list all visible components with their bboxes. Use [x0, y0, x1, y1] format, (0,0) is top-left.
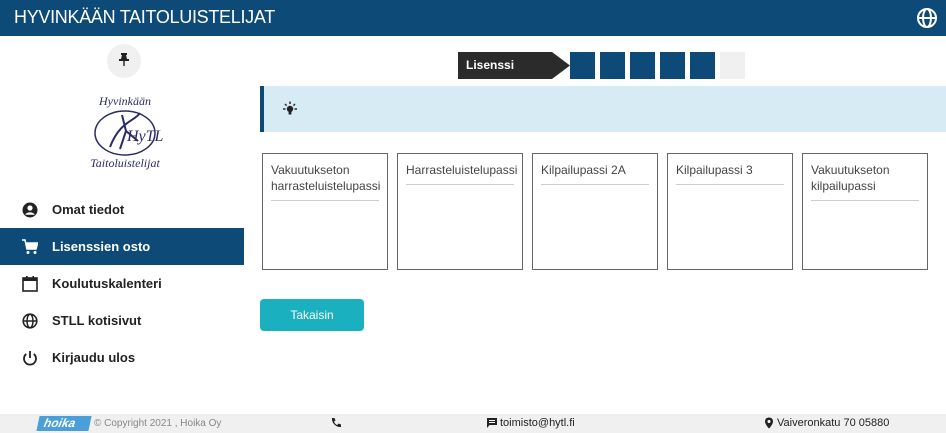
language-globe-icon[interactable]	[916, 7, 938, 29]
license-card[interactable]: Harrasteluistelupassi	[397, 153, 523, 270]
main-content: Lisenssi Vakuutukseton harrasteluistelup…	[244, 36, 946, 414]
step-label-lisenssi: Lisenssi	[458, 52, 570, 79]
copyright-text: © Copyright 2021 , Hoika Oy	[94, 418, 222, 429]
location-pin-icon	[763, 417, 775, 429]
sidebar-item-label: Lisenssien osto	[52, 239, 151, 254]
club-logo: Hyvinkään HyTL Taitoluistelijat	[80, 91, 170, 173]
step-box	[630, 52, 655, 79]
step-box	[570, 52, 595, 79]
license-card-title: Vakuutukseton kilpailupassi	[811, 162, 919, 201]
cart-icon	[22, 238, 38, 255]
license-card-title: Harrasteluistelupassi	[406, 162, 517, 185]
message-icon	[486, 417, 498, 429]
license-card-title: Vakuutukseton harrasteluistelupassi	[271, 162, 380, 201]
footer: hoika © Copyright 2021 , Hoika Oy toimis…	[0, 414, 946, 433]
top-bar: HYVINKÄÄN TAITOLUISTELIJAT	[0, 0, 946, 36]
sidebar: Hyvinkään HyTL Taitoluistelijat Omat tie…	[0, 36, 244, 414]
sidebar-item-lisenssien-osto[interactable]: Lisenssien osto	[0, 228, 244, 265]
svg-text:Taitoluistelijat: Taitoluistelijat	[90, 156, 160, 170]
sidebar-item-label: Kirjaudu ulos	[52, 350, 136, 365]
license-card[interactable]: Kilpailupassi 2A	[532, 153, 658, 270]
info-notice	[260, 86, 946, 132]
step-box	[690, 52, 715, 79]
license-card[interactable]: Vakuutukseton harrasteluistelupassi	[262, 153, 388, 270]
phone-icon	[330, 417, 342, 429]
back-button[interactable]: Takaisin	[260, 299, 364, 331]
sidebar-item-omat-tiedot[interactable]: Omat tiedot	[0, 191, 244, 228]
license-card[interactable]: Vakuutukseton kilpailupassi	[802, 153, 928, 270]
globe-icon	[22, 312, 38, 329]
power-icon	[22, 350, 38, 366]
svg-text:HyTL: HyTL	[126, 128, 164, 145]
svg-text:Hyvinkään: Hyvinkään	[98, 94, 151, 108]
step-box-empty	[720, 52, 745, 79]
footer-email[interactable]: toimisto@hytl.fi	[500, 417, 575, 429]
hoika-logo[interactable]: hoika	[36, 416, 92, 431]
sidebar-item-label: Omat tiedot	[52, 202, 125, 217]
footer-address: Vaiveronkatu 70 05880	[777, 417, 890, 429]
sidebar-item-kirjaudu-ulos[interactable]: Kirjaudu ulos	[0, 339, 244, 376]
sidebar-item-koulutuskalenteri[interactable]: Koulutuskalenteri	[0, 265, 244, 302]
pin-icon	[118, 52, 130, 71]
lightbulb-icon	[282, 101, 298, 117]
step-box	[660, 52, 685, 79]
step-box	[600, 52, 625, 79]
license-card[interactable]: Kilpailupassi 3	[667, 153, 793, 270]
sidebar-item-label: Koulutuskalenteri	[52, 276, 162, 291]
sidebar-menu: Omat tiedot Lisenssien osto Koulutuskale…	[0, 191, 244, 376]
pin-sidebar-button[interactable]	[107, 44, 141, 78]
calendar-icon	[22, 275, 38, 292]
user-circle-icon	[22, 202, 38, 218]
sidebar-item-label: STLL kotisivut	[52, 313, 142, 328]
app-title: HYVINKÄÄN TAITOLUISTELIJAT	[14, 7, 275, 27]
sidebar-item-stll-kotisivut[interactable]: STLL kotisivut	[0, 302, 244, 339]
license-card-title: Kilpailupassi 3	[676, 162, 784, 185]
license-card-title: Kilpailupassi 2A	[541, 162, 649, 185]
